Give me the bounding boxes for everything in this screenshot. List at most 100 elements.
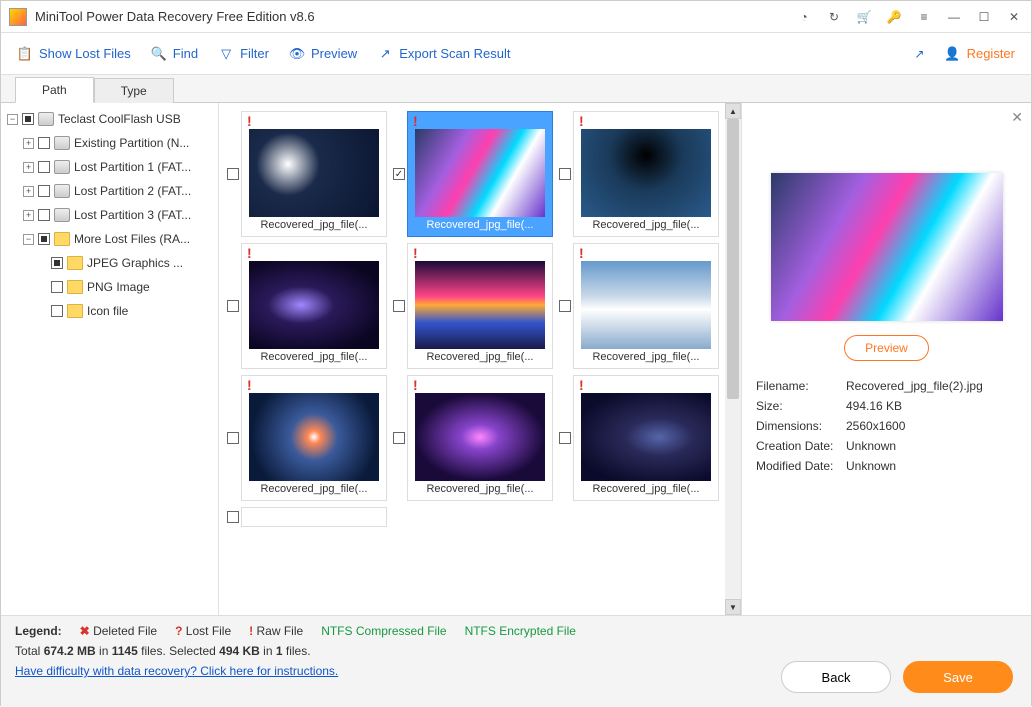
expand-icon[interactable]: + bbox=[23, 210, 34, 221]
tree-item[interactable]: + Lost Partition 3 (FAT... bbox=[3, 203, 216, 227]
maximize-button[interactable]: ☐ bbox=[975, 8, 993, 26]
file-checkbox[interactable] bbox=[227, 432, 239, 444]
thumb-card[interactable]: !Recovered_jpg_file(... bbox=[407, 375, 553, 501]
thumb-cell: !Recovered_jpg_file(... bbox=[393, 375, 553, 501]
filter-button[interactable]: ▽ Filter bbox=[218, 46, 269, 62]
raw-file-icon: ! bbox=[579, 245, 584, 261]
menu-icon[interactable]: ≡ bbox=[915, 8, 933, 26]
collapse-icon[interactable]: − bbox=[7, 114, 18, 125]
file-checkbox[interactable] bbox=[559, 300, 571, 312]
checkbox[interactable] bbox=[38, 233, 50, 245]
file-checkbox[interactable]: ✓ bbox=[393, 168, 405, 180]
eye-icon: 👁 bbox=[289, 46, 305, 62]
meta-modified-key: Modified Date: bbox=[756, 459, 846, 473]
register-label: Register bbox=[967, 46, 1015, 61]
back-button[interactable]: Back bbox=[781, 661, 891, 693]
close-preview-icon[interactable]: ✕ bbox=[1011, 109, 1023, 126]
tab-path[interactable]: Path bbox=[15, 77, 94, 103]
help-link[interactable]: Have difficulty with data recovery? Clic… bbox=[15, 664, 338, 678]
expand-icon[interactable]: + bbox=[23, 186, 34, 197]
tree-item[interactable]: + Existing Partition (N... bbox=[3, 131, 216, 155]
file-checkbox[interactable] bbox=[393, 432, 405, 444]
meta-creation-key: Creation Date: bbox=[756, 439, 846, 453]
refresh-icon[interactable]: ↻ bbox=[825, 8, 843, 26]
meta-size-value: 494.16 KB bbox=[846, 399, 1017, 413]
thumb-cell: !Recovered_jpg_file(... bbox=[227, 111, 387, 237]
file-checkbox[interactable] bbox=[227, 300, 239, 312]
minimize-button[interactable]: — bbox=[945, 8, 963, 26]
tree-item[interactable]: − More Lost Files (RA... bbox=[3, 227, 216, 251]
register-button[interactable]: 👤 Register bbox=[944, 46, 1015, 62]
checkbox[interactable] bbox=[38, 185, 50, 197]
help-icon[interactable]: ◔ bbox=[795, 8, 813, 26]
tab-type[interactable]: Type bbox=[94, 78, 174, 103]
checkbox[interactable] bbox=[38, 209, 50, 221]
cart-icon[interactable]: 🛒 bbox=[855, 8, 873, 26]
thumb-card[interactable]: !Recovered_jpg_file(... bbox=[407, 243, 553, 369]
scroll-track[interactable] bbox=[725, 119, 741, 599]
thumb-card[interactable] bbox=[241, 507, 387, 527]
close-button[interactable]: ✕ bbox=[1005, 8, 1023, 26]
thumb-cell: ✓!Recovered_jpg_file(... bbox=[393, 111, 553, 237]
funnel-icon: ▽ bbox=[218, 46, 234, 62]
file-checkbox[interactable] bbox=[559, 432, 571, 444]
expand-icon[interactable]: + bbox=[23, 162, 34, 173]
thumb-card[interactable]: !Recovered_jpg_file(... bbox=[573, 111, 719, 237]
checkbox[interactable] bbox=[22, 113, 34, 125]
tree-subitem[interactable]: PNG Image bbox=[3, 275, 216, 299]
export-button[interactable]: ↗ Export Scan Result bbox=[377, 46, 510, 62]
tree-item[interactable]: + Lost Partition 1 (FAT... bbox=[3, 155, 216, 179]
file-name: Recovered_jpg_file(... bbox=[245, 349, 383, 365]
scroll-up-button[interactable]: ▲ bbox=[725, 103, 741, 119]
file-checkbox[interactable] bbox=[559, 168, 571, 180]
tree-item-label: Existing Partition (N... bbox=[74, 136, 189, 150]
checkbox[interactable] bbox=[51, 281, 63, 293]
drive-icon bbox=[54, 184, 70, 198]
preview-action-button[interactable]: Preview bbox=[844, 335, 929, 361]
stats: Total 674.2 MB in 1145 files. Selected 4… bbox=[15, 644, 1017, 658]
scroll-thumb[interactable] bbox=[727, 119, 739, 399]
thumb-card[interactable]: !Recovered_jpg_file(... bbox=[241, 111, 387, 237]
meta-modified-value: Unknown bbox=[846, 459, 1017, 473]
preview-button[interactable]: 👁 Preview bbox=[289, 46, 357, 62]
export-icon: ↗ bbox=[377, 46, 393, 62]
file-name: Recovered_jpg_file(... bbox=[245, 217, 383, 233]
thumb-cell: !Recovered_jpg_file(... bbox=[559, 243, 719, 369]
scroll-down-button[interactable]: ▼ bbox=[725, 599, 741, 615]
tree-root[interactable]: − Teclast CoolFlash USB bbox=[3, 107, 216, 131]
find-button[interactable]: 🔍 Find bbox=[151, 46, 198, 62]
thumb-card[interactable]: !Recovered_jpg_file(... bbox=[241, 375, 387, 501]
drive-icon bbox=[54, 136, 70, 150]
thumb-card[interactable]: !Recovered_jpg_file(... bbox=[407, 111, 553, 237]
thumb-card[interactable]: ! Recovered_jpg_file(... bbox=[241, 243, 387, 369]
tree-subitem[interactable]: Icon file bbox=[3, 299, 216, 323]
file-checkbox[interactable] bbox=[227, 511, 239, 523]
collapse-icon[interactable]: − bbox=[23, 234, 34, 245]
file-checkbox[interactable] bbox=[227, 168, 239, 180]
checkbox[interactable] bbox=[38, 137, 50, 149]
thumb-card[interactable]: !Recovered_jpg_file(... bbox=[573, 375, 719, 501]
folder-icon bbox=[54, 232, 70, 246]
thumbnail-image bbox=[581, 129, 711, 217]
tree-item[interactable]: + Lost Partition 2 (FAT... bbox=[3, 179, 216, 203]
scrollbar[interactable]: ▲ ▼ bbox=[725, 103, 741, 615]
file-checkbox[interactable] bbox=[393, 300, 405, 312]
key-icon[interactable]: 🔑 bbox=[885, 8, 903, 26]
checkbox[interactable] bbox=[51, 257, 63, 269]
thumbnail-image bbox=[415, 261, 545, 349]
legend-deleted: ✖ Deleted File bbox=[80, 624, 157, 638]
raw-file-icon: ! bbox=[247, 245, 252, 261]
legend-ntfs-compressed: NTFS Compressed File bbox=[321, 624, 446, 638]
app-logo-icon bbox=[9, 8, 27, 26]
thumbnail-image bbox=[249, 393, 379, 481]
expand-icon[interactable]: + bbox=[23, 138, 34, 149]
thumbnail-grid: !Recovered_jpg_file(...✓!Recovered_jpg_f… bbox=[219, 103, 725, 615]
checkbox[interactable] bbox=[51, 305, 63, 317]
thumb-card[interactable]: !Recovered_jpg_file(... bbox=[573, 243, 719, 369]
tree-subitem[interactable]: JPEG Graphics ... bbox=[3, 251, 216, 275]
drive-icon bbox=[38, 112, 54, 126]
save-button[interactable]: Save bbox=[903, 661, 1013, 693]
checkbox[interactable] bbox=[38, 161, 50, 173]
show-lost-files-button[interactable]: 📋 Show Lost Files bbox=[17, 46, 131, 62]
share-icon[interactable]: ↗ bbox=[914, 47, 924, 61]
